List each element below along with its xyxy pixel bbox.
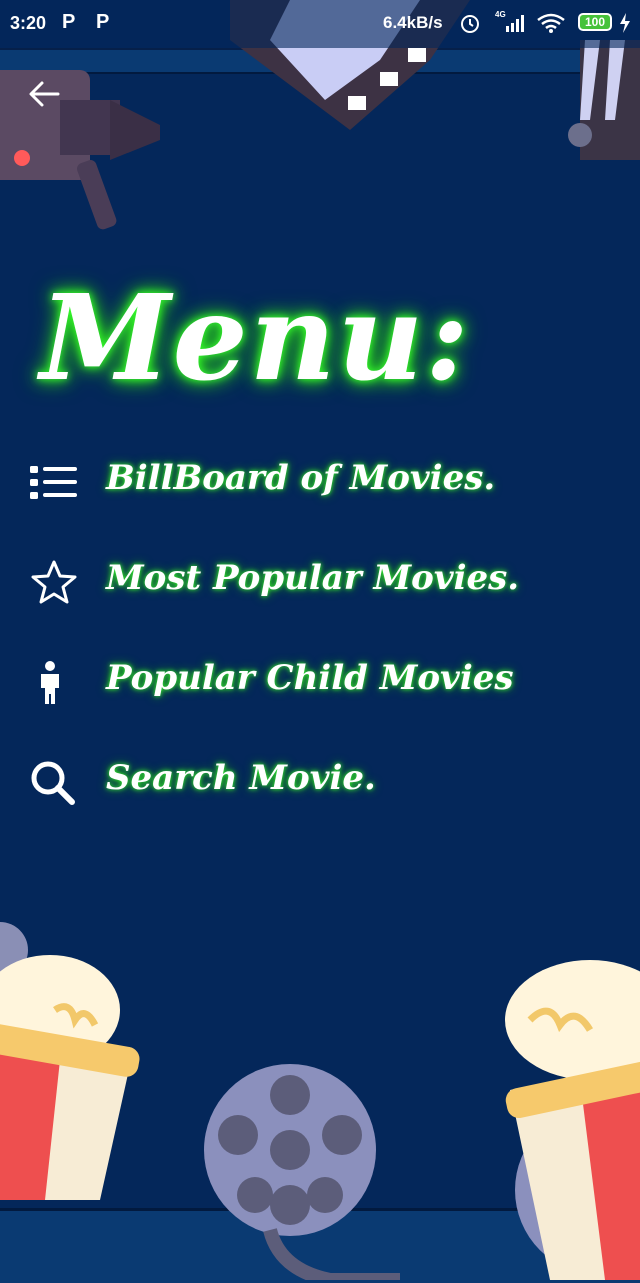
menu-item-label: Most Popular Movies. [106,558,520,598]
battery-indicator: 100 [578,13,612,31]
page-title: Menu: [40,268,471,407]
popcorn-right-illustration [505,960,640,1280]
menu-item-popular-child[interactable]: Popular Child Movies [28,652,588,712]
film-reel-illustration [204,1064,400,1280]
signal-icon [506,15,524,32]
network-speed: 6.4kB/s [383,13,443,32]
wifi-icon [537,13,565,33]
charging-icon [620,13,630,33]
search-icon [31,761,75,805]
menu-item-most-popular[interactable]: Most Popular Movies. [28,552,588,612]
list-icon [30,466,77,499]
popcorn-left-illustration [0,922,140,1200]
menu-item-label: Search Movie. [106,758,376,798]
clapperboard-illustration [568,40,640,160]
status-time: 3:20 [10,13,47,33]
alarm-icon [461,15,479,33]
notification-p-icon: P [96,11,110,33]
back-arrow-icon[interactable] [26,76,62,112]
menu-item-search[interactable]: Search Movie. [28,752,588,812]
menu-item-label: BillBoard of Movies. [106,458,496,498]
status-bar: 3:20 P P 6.4kB/s 4G 100 [0,0,640,48]
notification-p-icon: P [62,11,76,33]
menu-item-label: Popular Child Movies [106,658,514,698]
child-icon [41,661,59,704]
star-icon [31,560,77,604]
menu-item-billboard[interactable]: BillBoard of Movies. [28,452,588,512]
movie-camera-illustration [0,70,160,230]
